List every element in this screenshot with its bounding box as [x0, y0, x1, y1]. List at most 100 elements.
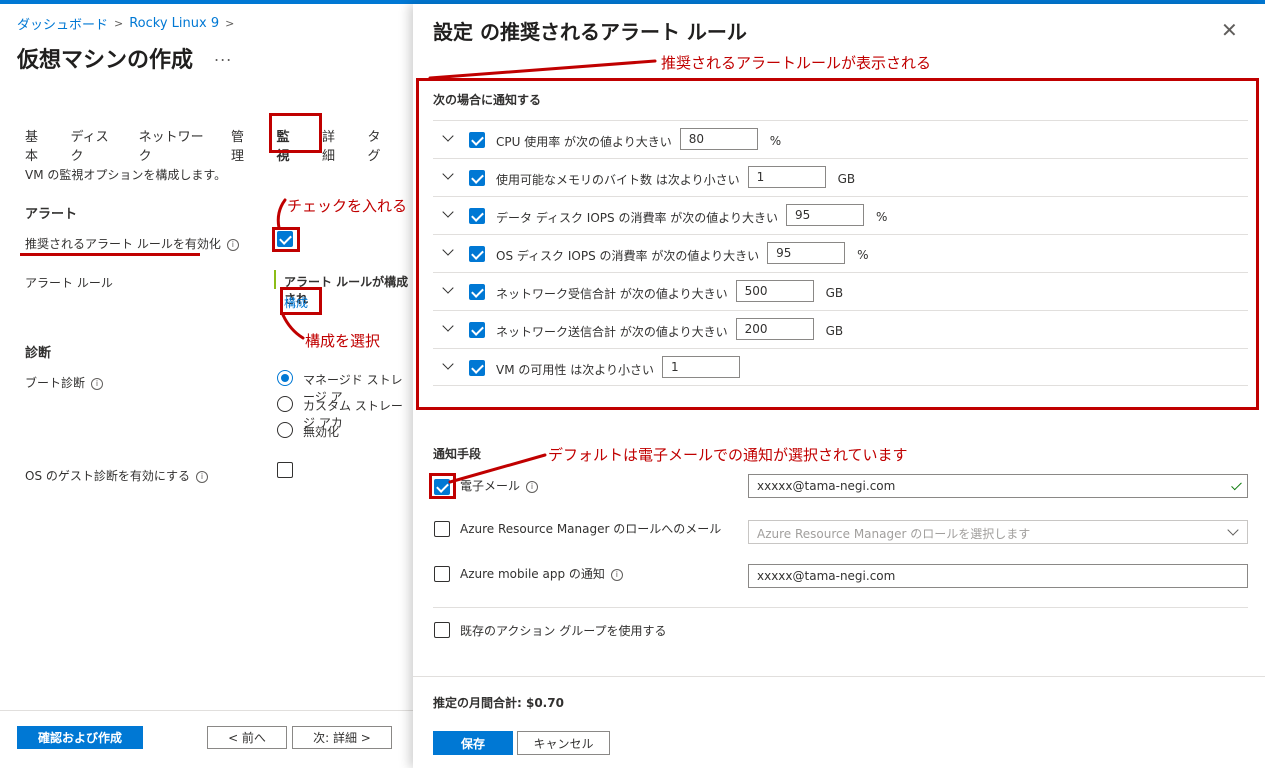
- alert-rule-row: OS ディスク IOPS の消費率 が次の値より大きい 95%: [433, 234, 1248, 272]
- chevron-down-icon[interactable]: [442, 130, 454, 142]
- arm-role-label: Azure Resource Manager のロールへのメール: [460, 522, 722, 536]
- rule-label: ネットワーク送信合計 が次の値より大きい: [496, 324, 728, 339]
- annotation-check-it: チェックを入れる: [287, 197, 408, 215]
- chevron-down-icon[interactable]: [442, 244, 454, 256]
- rule-checkbox[interactable]: [469, 132, 485, 148]
- more-options-icon[interactable]: ...: [214, 46, 232, 65]
- annotation-select-configure: 構成を選択: [305, 332, 381, 350]
- chevron-down-icon[interactable]: [442, 320, 454, 332]
- alert-rule-row: データ ディスク IOPS の消費率 が次の値より大きい 95%: [433, 196, 1248, 234]
- boot-custom-radio[interactable]: [277, 396, 293, 412]
- chevron-down-icon[interactable]: [442, 282, 454, 294]
- rule-label: VM の可用性 は次より小さい: [496, 362, 654, 377]
- breadcrumb-dashboard[interactable]: ダッシュボード: [17, 14, 108, 33]
- mobile-app-label-text: Azure mobile app の通知: [460, 567, 605, 581]
- section-divider: [433, 607, 1248, 608]
- recommended-alert-rules-panel: 設定 の推奨されるアラート ルール ✕ 次の場合に通知する CPU 使用率 が次…: [413, 4, 1265, 768]
- next-button[interactable]: 次: 詳細 >: [292, 726, 392, 749]
- mobile-app-checkbox[interactable]: [434, 566, 450, 582]
- save-button[interactable]: 保存: [433, 731, 513, 755]
- chevron-down-icon[interactable]: [442, 168, 454, 180]
- enable-rules-label: 推奨されるアラート ルールを有効化 i: [25, 235, 239, 252]
- tab-disks[interactable]: ディスク: [70, 126, 116, 164]
- create-vm-blade: ダッシュボード > Rocky Linux 9 > 仮想マシンの作成 ... 基…: [0, 4, 413, 768]
- panel-title: 設定 の推奨されるアラート ルール: [433, 20, 747, 44]
- info-icon[interactable]: i: [196, 470, 208, 483]
- rule-checkbox[interactable]: [469, 360, 485, 376]
- notify-method-header: 通知手段: [433, 447, 482, 461]
- chevron-down-icon: [1227, 524, 1239, 536]
- rule-unit: GB: [825, 324, 844, 338]
- info-icon[interactable]: i: [91, 377, 104, 390]
- action-group-checkbox[interactable]: [434, 622, 450, 638]
- alert-rules-list: CPU 使用率 が次の値より大きい 80% 使用可能なメモリのバイト数 は次より小…: [433, 120, 1248, 386]
- email-checkbox[interactable]: [434, 479, 450, 495]
- rule-label: 使用可能なメモリのバイト数 は次より小さい: [496, 172, 740, 187]
- configure-link[interactable]: 構成: [284, 294, 308, 311]
- tab-tags[interactable]: タグ: [368, 126, 391, 164]
- rule-threshold-input[interactable]: 80: [679, 128, 758, 150]
- review-create-button[interactable]: 確認および作成: [17, 726, 143, 749]
- mobile-app-input[interactable]: xxxxx@tama-negi.com: [748, 564, 1248, 588]
- breadcrumb-chevron-icon: >: [114, 17, 124, 30]
- boot-disabled-radio[interactable]: [277, 422, 293, 438]
- tab-basics[interactable]: 基本: [25, 126, 48, 164]
- arm-role-placeholder: Azure Resource Manager のロールを選択します: [757, 527, 1031, 541]
- arm-role-dropdown[interactable]: Azure Resource Manager のロールを選択します: [748, 520, 1248, 544]
- email-input-value: xxxxx@tama-negi.com: [757, 479, 896, 493]
- tab-networking[interactable]: ネットワーク: [139, 126, 209, 164]
- rule-threshold-input[interactable]: 1: [661, 356, 740, 378]
- alert-rules-label: アラート ルール: [25, 276, 113, 290]
- rule-threshold-input[interactable]: 95: [786, 204, 865, 226]
- rule-threshold-input[interactable]: 1: [747, 166, 826, 188]
- status-bar: [274, 270, 276, 289]
- chevron-down-icon[interactable]: [442, 206, 454, 218]
- valid-check-icon: [1231, 479, 1242, 491]
- boot-diagnostics-label: ブート診断 i: [25, 374, 104, 391]
- guest-diagnostics-text: OS のゲスト診断を有効にする: [25, 469, 190, 483]
- annotation-default-email: デフォルトは電子メールでの通知が選択されています: [548, 446, 908, 464]
- rule-checkbox[interactable]: [469, 322, 485, 338]
- alert-rule-row: ネットワーク送信合計 が次の値より大きい 200 GB: [433, 310, 1248, 348]
- rule-checkbox[interactable]: [469, 208, 485, 224]
- rule-unit: GB: [837, 172, 856, 186]
- chevron-down-icon[interactable]: [442, 358, 454, 370]
- prev-button[interactable]: < 前へ: [207, 726, 287, 749]
- rule-unit: %: [857, 248, 869, 262]
- mobile-app-label: Azure mobile app の通知 i: [460, 565, 623, 582]
- breadcrumb: ダッシュボード > Rocky Linux 9 >: [17, 14, 234, 33]
- monitoring-description: VM の監視オプションを構成します。: [25, 168, 227, 182]
- breadcrumb-rocky-linux[interactable]: Rocky Linux 9: [129, 16, 219, 31]
- annotation-rules-shown: 推奨されるアラートルールが表示される: [661, 54, 932, 72]
- rule-checkbox[interactable]: [469, 246, 485, 262]
- rule-threshold-input[interactable]: 500: [735, 280, 814, 302]
- monthly-estimate: 推定の月間合計: $0.70: [433, 696, 564, 710]
- active-tab-indicator: [283, 150, 310, 152]
- rule-checkbox[interactable]: [469, 284, 485, 300]
- info-icon[interactable]: i: [526, 480, 539, 493]
- guest-diagnostics-label: OS のゲスト診断を有効にする i: [25, 467, 208, 484]
- close-icon[interactable]: ✕: [1221, 18, 1238, 42]
- boot-managed-radio[interactable]: [277, 370, 293, 386]
- wizard-tabs: 基本 ディスク ネットワーク 管理 監視 詳細 タグ: [25, 126, 413, 164]
- tab-management[interactable]: 管理: [231, 126, 254, 164]
- rule-threshold-input[interactable]: 200: [735, 318, 814, 340]
- tab-monitoring[interactable]: 監視: [277, 126, 300, 164]
- rule-label: OS ディスク IOPS の消費率 が次の値より大きい: [496, 248, 760, 263]
- cancel-button[interactable]: キャンセル: [517, 731, 610, 755]
- info-icon[interactable]: i: [226, 238, 239, 251]
- page-title: 仮想マシンの作成: [17, 48, 194, 73]
- email-input[interactable]: xxxxx@tama-negi.com: [748, 474, 1248, 498]
- annotation-underline: [20, 253, 200, 256]
- breadcrumb-chevron-icon: >: [225, 17, 235, 30]
- rule-checkbox[interactable]: [469, 170, 485, 186]
- tab-advanced[interactable]: 詳細: [322, 126, 345, 164]
- guest-diagnostics-checkbox[interactable]: [277, 462, 293, 478]
- rule-label: CPU 使用率 が次の値より大きい: [496, 134, 672, 149]
- alerts-header: アラート: [25, 207, 78, 222]
- rule-unit: %: [769, 134, 782, 148]
- info-icon[interactable]: i: [610, 568, 623, 581]
- enable-rules-checkbox[interactable]: [277, 231, 293, 247]
- rule-threshold-input[interactable]: 95: [767, 242, 846, 264]
- arm-role-checkbox[interactable]: [434, 521, 450, 537]
